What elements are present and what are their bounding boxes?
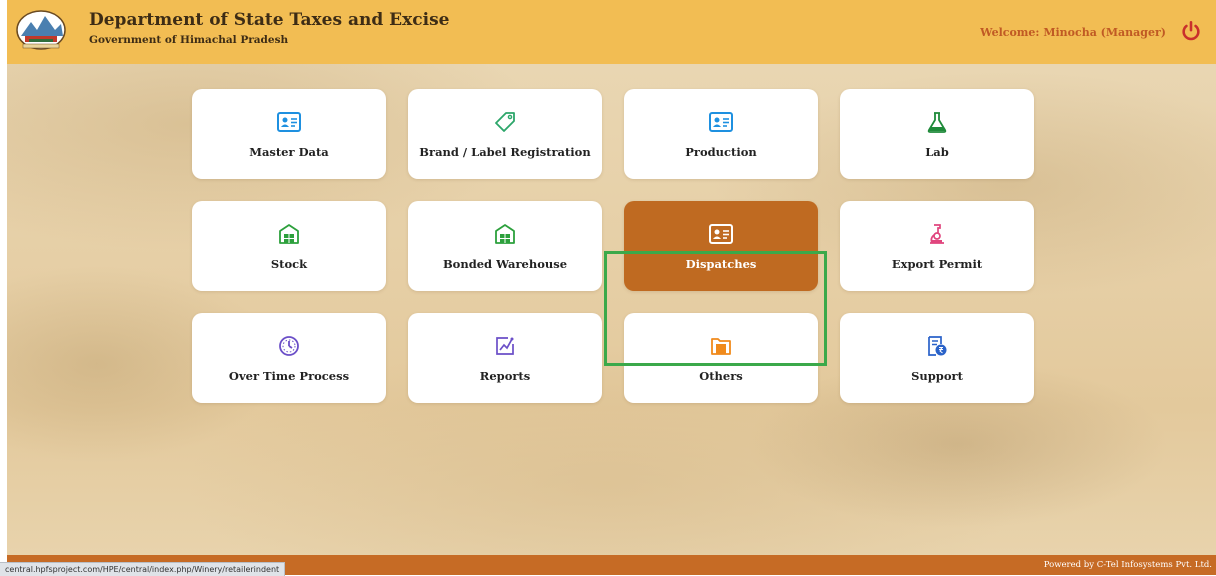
tile-stock[interactable]: Stock [192,201,386,291]
module-grid: Master Data Brand / Label Registration P… [192,89,1034,403]
tile-label: Stock [270,256,308,271]
tile-label: Production [685,144,757,159]
tile-others[interactable]: Others [624,313,818,403]
warehouse-icon [277,222,301,246]
id-card-icon [709,110,733,134]
tile-label: Others [699,368,743,383]
rupee-document-icon [925,334,949,358]
tile-label: Lab [925,144,949,159]
chart-icon [493,334,517,358]
tile-lab[interactable]: Lab [840,89,1034,179]
tile-label: Bonded Warehouse [442,256,568,271]
tile-reports[interactable]: Reports [408,313,602,403]
tile-production[interactable]: Production [624,89,818,179]
tile-bonded-warehouse[interactable]: Bonded Warehouse [408,201,602,291]
state-emblem-logo [16,10,66,50]
app-frame: Department of State Taxes and Excise Gov… [7,0,1216,575]
tile-master-data[interactable]: Master Data [192,89,386,179]
power-icon[interactable] [1180,20,1202,42]
page-subtitle: Government of Himachal Pradesh [89,34,289,46]
id-card-icon [277,110,301,134]
tile-export-permit[interactable]: Export Permit [840,201,1034,291]
tile-over-time-process[interactable]: Over Time Process [192,313,386,403]
tile-label: Over Time Process [228,368,350,383]
tile-label: Master Data [249,144,329,159]
folder-icon [709,334,733,358]
tag-icon [493,110,517,134]
tile-label: Reports [479,368,531,383]
browser-status-url: central.hpfsproject.com/HPE/central/inde… [0,562,286,576]
tile-label: Support [911,368,963,383]
tile-brand-label-registration[interactable]: Brand / Label Registration [408,89,602,179]
header-bar: Department of State Taxes and Excise Gov… [7,0,1216,64]
warehouse-icon [493,222,517,246]
tile-label: Brand / Label Registration [419,144,591,159]
clock-icon [277,334,301,358]
tile-support[interactable]: Support [840,313,1034,403]
dashboard-area: Master Data Brand / Label Registration P… [7,64,1216,555]
microscope-icon [925,222,949,246]
welcome-user-label: Welcome: Minocha (Manager) [980,26,1166,39]
flask-icon [925,110,949,134]
powered-by-text: Powered by C-Tel Infosystems Pvt. Ltd. [1043,560,1212,570]
tile-dispatches[interactable]: Dispatches [624,201,818,291]
page-title: Department of State Taxes and Excise [89,10,450,30]
tile-label: Export Permit [891,256,983,271]
tile-label: Dispatches [685,256,757,271]
id-card-icon [709,222,733,246]
